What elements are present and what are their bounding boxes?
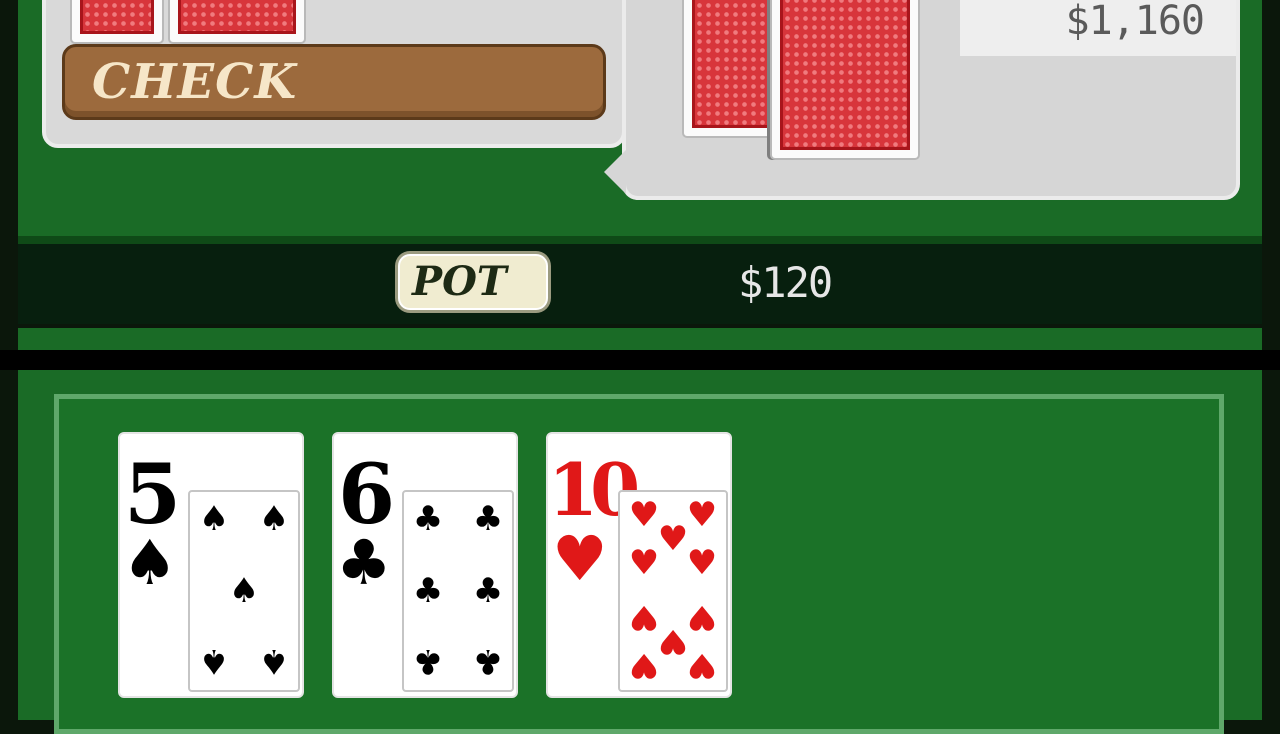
community-card[interactable]: 5 ♠ ♠ ♠ ♠ ♠ ♠ — [118, 432, 304, 698]
spade-icon: ♠ — [258, 499, 290, 539]
card-rank: 6 — [338, 447, 395, 543]
table-edge — [18, 328, 1262, 350]
heart-icon: ♥ — [628, 543, 660, 583]
table-edge — [18, 236, 1262, 244]
spade-icon: ♠ — [258, 641, 290, 681]
screen-divider — [0, 350, 1280, 370]
speech-tail — [604, 150, 626, 194]
card-face: ♣ ♣ ♣ ♣ ♣ ♣ — [402, 490, 514, 692]
club-icon: ♣ — [472, 571, 504, 611]
face-down-card — [770, 0, 920, 160]
club-icon: ♣ — [472, 499, 504, 539]
card-rank: 5 — [124, 447, 181, 543]
spade-icon: ♠ — [122, 526, 178, 599]
face-down-card — [168, 0, 306, 44]
community-card[interactable]: 6 ♣ ♣ ♣ ♣ ♣ ♣ ♣ — [332, 432, 518, 698]
club-icon: ♣ — [472, 641, 504, 681]
action-label: CHECK — [92, 54, 298, 110]
club-icon: ♣ — [412, 571, 444, 611]
heart-icon: ♥ — [552, 522, 608, 595]
card-face: ♥ ♥ ♥ ♥ ♥ ♥ ♥ ♥ ♥ ♥ — [618, 490, 728, 692]
pot-bar — [18, 244, 1262, 324]
spade-icon: ♠ — [198, 641, 230, 681]
club-icon: ♣ — [412, 499, 444, 539]
spade-icon: ♠ — [228, 571, 260, 611]
face-down-card — [70, 0, 164, 44]
pot-amount: $120 — [738, 258, 833, 307]
spade-icon: ♠ — [198, 499, 230, 539]
pot-label: POT — [412, 258, 507, 305]
heart-icon: ♥ — [628, 645, 660, 685]
heart-icon: ♥ — [686, 645, 718, 685]
card-face: ♠ ♠ ♠ ♠ ♠ — [188, 490, 300, 692]
club-icon: ♣ — [336, 526, 392, 599]
club-icon: ♣ — [412, 641, 444, 681]
community-card[interactable]: 10 ♥ ♥ ♥ ♥ ♥ ♥ ♥ ♥ ♥ ♥ ♥ — [546, 432, 732, 698]
opponent-chip-count: $1,160 — [1065, 0, 1205, 44]
heart-icon: ♥ — [686, 543, 718, 583]
